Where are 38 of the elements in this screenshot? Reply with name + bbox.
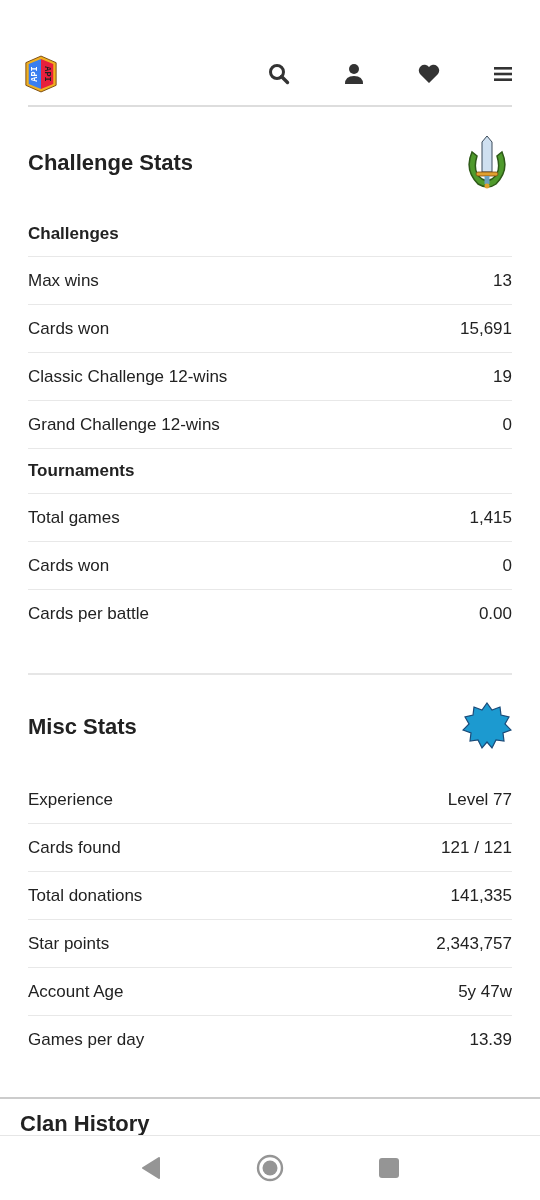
section-title: Challenge Stats — [28, 150, 194, 176]
stat-value: 13.39 — [469, 1029, 512, 1050]
heart-icon[interactable] — [418, 64, 440, 84]
stat-value: 13 — [493, 270, 512, 291]
stat-value: 15,691 — [460, 318, 512, 339]
stat-value: 0 — [502, 414, 512, 435]
user-icon[interactable] — [344, 63, 364, 85]
section-title: Misc Stats — [28, 714, 137, 740]
stat-label: Max wins — [28, 270, 99, 291]
back-icon[interactable] — [141, 1156, 161, 1180]
stat-label: Total games — [28, 507, 120, 528]
stat-label: Account Age — [28, 981, 124, 1002]
stat-label: Cards per battle — [28, 603, 149, 624]
logo-icon[interactable]: API API — [24, 55, 58, 93]
stat-label: Cards won — [28, 318, 110, 339]
stat-label: Cards won — [28, 555, 110, 576]
stat-label: Experience — [28, 789, 114, 810]
stat-value: 1,415 — [469, 507, 512, 528]
menu-icon[interactable] — [494, 66, 512, 82]
stat-label: Grand Challenge 12-wins — [28, 414, 220, 435]
stat-label: Total donations — [28, 885, 143, 906]
stat-value: 0.00 — [478, 603, 512, 624]
search-icon[interactable] — [268, 63, 290, 85]
stat-value: 5y 47w — [458, 981, 512, 1002]
stat-label: Cards found — [28, 837, 121, 858]
stat-label: Classic Challenge 12-wins — [28, 366, 228, 387]
group-heading: Tournaments — [28, 461, 135, 481]
stat-value: 19 — [493, 366, 512, 387]
stat-value: 141,335 — [450, 885, 512, 906]
section-title: Clan History — [20, 1111, 151, 1135]
stat-value: 2,343,757 — [436, 933, 512, 954]
home-icon[interactable] — [256, 1154, 284, 1182]
stat-value: 121 / 121 — [441, 837, 512, 858]
stat-label: Star points — [28, 933, 110, 954]
stat-value: 0 — [502, 555, 512, 576]
group-heading: Challenges — [28, 224, 119, 244]
stat-label: Games per day — [28, 1029, 145, 1050]
stat-value: Level 77 — [447, 789, 512, 810]
